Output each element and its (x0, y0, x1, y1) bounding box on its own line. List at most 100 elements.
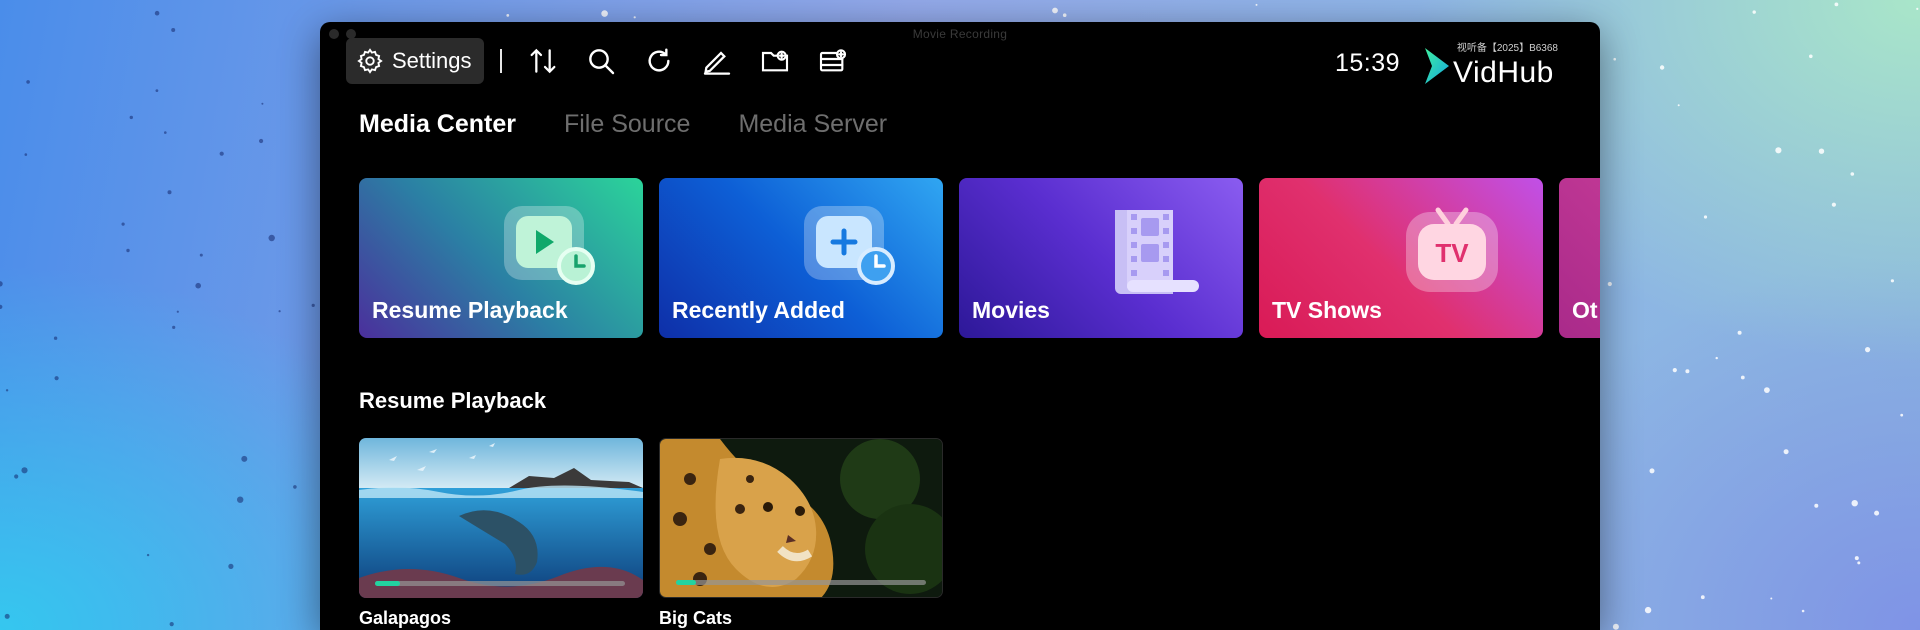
tab-media-center[interactable]: Media Center (359, 110, 516, 139)
add-server-button[interactable] (808, 38, 858, 84)
progress-fill (676, 580, 696, 585)
sort-icon (530, 48, 555, 74)
background-dot (129, 115, 133, 120)
svg-text:TV: TV (1435, 238, 1469, 268)
background-dot (14, 474, 19, 479)
background-dot (155, 89, 159, 92)
background-dot (311, 303, 315, 307)
logo-caption: 视听备【2025】B6368 (1456, 43, 1558, 54)
main-tabs: Media Center File Source Media Server (359, 110, 935, 139)
search-icon (588, 49, 614, 75)
background-dot (1814, 503, 1819, 508)
background-dot (1612, 623, 1619, 630)
add-clock-icon (804, 206, 895, 285)
background-dot (176, 310, 179, 313)
progress-bar (375, 581, 625, 586)
big-cats-thumbnail (660, 439, 942, 597)
background-dot (1809, 54, 1813, 59)
background-dot (1703, 215, 1708, 219)
background-dot (1850, 172, 1855, 176)
tv-icon: TV (1406, 207, 1498, 292)
background-dot (4, 613, 10, 619)
category-other[interactable]: Ot (1559, 178, 1600, 338)
add-folder-button[interactable] (750, 38, 800, 84)
edit-icon (703, 51, 730, 75)
background-dot (259, 138, 264, 144)
background-dot (1900, 413, 1904, 417)
category-label: Recently Added (672, 297, 845, 323)
background-dot (164, 131, 167, 134)
background-dot (0, 304, 3, 309)
background-dot (1607, 281, 1612, 287)
background-dot (1677, 104, 1680, 107)
close-window-button[interactable] (329, 29, 339, 39)
add-folder-icon (761, 50, 788, 72)
resume-item-title[interactable]: Galapagos (359, 608, 451, 629)
background-dot (1865, 347, 1871, 353)
category-movies[interactable]: Movies (959, 178, 1243, 338)
background-dot (53, 336, 58, 340)
background-dot (146, 553, 150, 557)
play-clock-icon (504, 206, 595, 285)
background-dot (1737, 330, 1742, 335)
background-dot (126, 248, 130, 253)
background-dot (1775, 147, 1782, 154)
logo-text: VidHub (1453, 56, 1554, 89)
category-label: Ot (1572, 297, 1598, 323)
background-dot (268, 234, 275, 242)
background-dot (1783, 449, 1789, 455)
background-dot (199, 253, 203, 257)
background-dot (1740, 375, 1745, 380)
sort-button[interactable] (518, 38, 568, 84)
background-dot (1801, 609, 1805, 613)
background-dot (1890, 279, 1894, 283)
category-row: Resume Playback Recently Added Movies TV… (359, 178, 1600, 338)
settings-button[interactable]: Settings (346, 38, 484, 84)
tab-media-server[interactable]: Media Server (738, 110, 887, 139)
background-dot (601, 10, 608, 17)
resume-item-galapagos[interactable] (359, 438, 643, 598)
toolbar: Settings (346, 38, 866, 84)
background-dot (1672, 368, 1677, 373)
refresh-button[interactable] (634, 38, 684, 84)
resume-playback-heading: Resume Playback (359, 388, 547, 413)
progress-bar (676, 580, 926, 585)
background-dot (1834, 2, 1839, 7)
background-dot (1874, 510, 1880, 516)
background-dot (1685, 369, 1690, 374)
background-dot (293, 485, 297, 489)
resume-item-big-cats[interactable] (659, 438, 943, 598)
category-label: Resume Playback (372, 297, 568, 323)
resume-item-title[interactable]: Big Cats (659, 608, 732, 629)
background-dot (154, 10, 160, 16)
background-dot (261, 102, 264, 105)
background-dot (5, 389, 9, 392)
search-button[interactable] (576, 38, 626, 84)
background-dot (1831, 202, 1836, 207)
category-resume-playback[interactable]: Resume Playback (359, 178, 643, 338)
toolbar-divider (499, 49, 502, 73)
background-dot (506, 14, 510, 17)
edit-button[interactable] (692, 38, 742, 84)
category-tv-shows[interactable]: TV TV Shows (1259, 178, 1543, 338)
background-dot (1764, 387, 1770, 393)
background-dot (237, 496, 244, 503)
background-dot (1854, 556, 1859, 561)
category-recently-added[interactable]: Recently Added (659, 178, 943, 338)
background-dot (195, 282, 201, 289)
background-dot (1700, 595, 1705, 600)
refresh-icon (647, 48, 670, 72)
gear-icon (357, 48, 383, 74)
tab-file-source[interactable]: File Source (564, 110, 690, 139)
background-dot (169, 622, 174, 627)
background-dot (26, 80, 30, 84)
background-dot (1916, 7, 1919, 10)
background-dot (219, 151, 224, 156)
background-dot (1644, 606, 1652, 614)
background-dot (241, 455, 248, 462)
background-dot (1752, 10, 1756, 14)
background-dot (1255, 3, 1258, 6)
background-dot (1715, 356, 1718, 360)
background-dot (1052, 7, 1058, 14)
app-window: Movie Recording Settings 15:39 VidHub 视听… (320, 22, 1600, 630)
